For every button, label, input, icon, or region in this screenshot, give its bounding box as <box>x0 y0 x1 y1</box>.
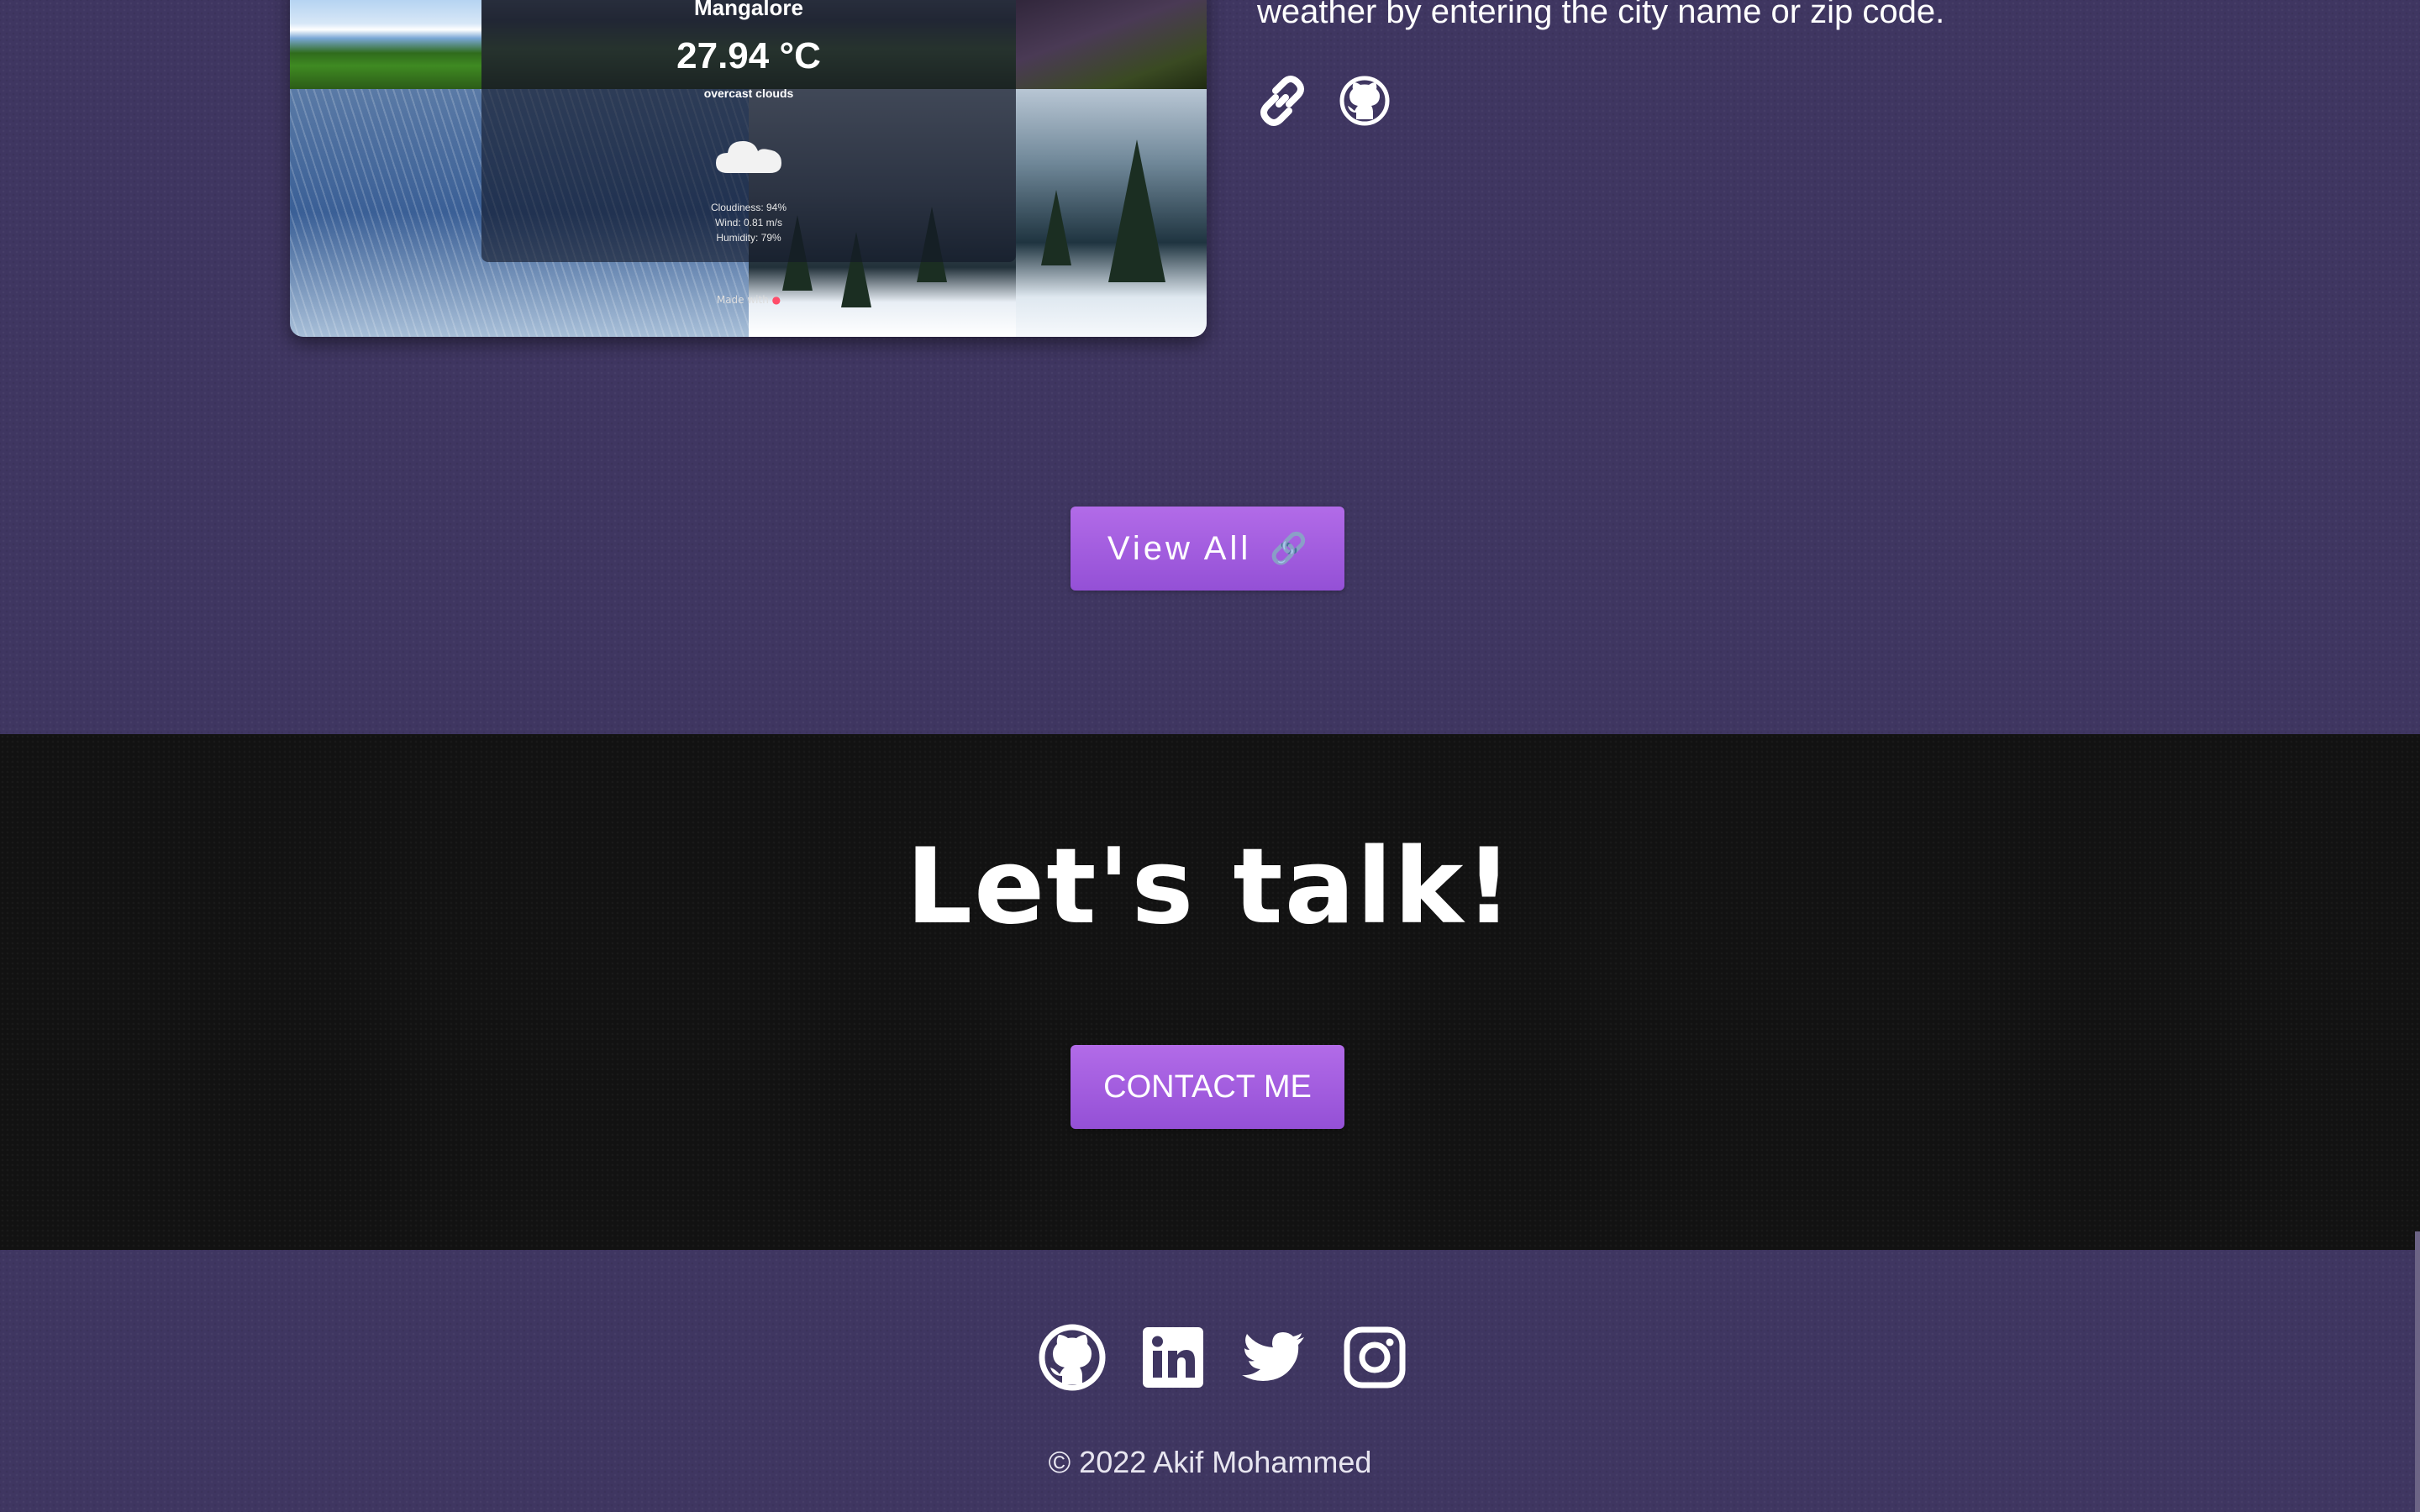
twitter-icon <box>1242 1332 1304 1381</box>
weather-footer-prefix: Made with <box>716 294 769 306</box>
project-github-link[interactable] <box>1338 74 1392 128</box>
weather-stat: Wind: 0.81 m/s <box>714 217 783 228</box>
bg-tile-snow <box>1016 89 1207 337</box>
weather-stats: Cloudiness: 94% Wind: 0.81 m/s Humidity:… <box>481 200 1016 245</box>
contact-heading: Let's talk! <box>906 827 1514 948</box>
link-icon <box>1260 76 1304 126</box>
cloud-icon <box>481 131 1016 181</box>
github-icon <box>1339 76 1390 126</box>
contact-section: Let's talk! CONTACT ME <box>0 734 2420 1250</box>
project-screenshot[interactable]: Mangalore 27.94 °C overcast clouds Cloud… <box>290 0 1207 337</box>
bg-tile-storm <box>1016 0 1207 89</box>
page: Mangalore 27.94 °C overcast clouds Cloud… <box>0 0 2420 1512</box>
chain-link-icon: 🔗 <box>1270 531 1308 565</box>
project-description: weather by entering the city name or zip… <box>1257 0 1945 30</box>
footer-linkedin-link[interactable] <box>1139 1324 1207 1391</box>
live-link-icon[interactable] <box>1255 74 1309 128</box>
footer-twitter-link[interactable] <box>1240 1324 1307 1391</box>
scrollbar-thumb[interactable] <box>2415 1231 2420 1512</box>
footer: © 2022 Akif Mohammed <box>0 1250 2420 1512</box>
weather-city: Mangalore <box>693 0 804 20</box>
contact-me-button[interactable]: CONTACT ME <box>1071 1045 1344 1129</box>
weather-description: overcast clouds <box>703 87 794 100</box>
weather-stat: Cloudiness: 94% <box>710 202 787 213</box>
footer-github-link[interactable] <box>1039 1324 1106 1391</box>
weather-footer: Made with ● <box>481 294 1016 306</box>
view-all-button[interactable]: View All 🔗 <box>1071 507 1344 591</box>
weather-stat: Humidity: 79% <box>716 232 781 244</box>
weather-temperature: 27.94 °C <box>676 35 821 76</box>
footer-instagram-link[interactable] <box>1341 1324 1408 1391</box>
bg-tile-meadow <box>290 0 481 89</box>
heart-icon: ● <box>771 294 781 306</box>
view-all-label: View All <box>1107 529 1252 567</box>
projects-section: Mangalore 27.94 °C overcast clouds Cloud… <box>0 0 2420 734</box>
github-icon <box>1039 1324 1106 1391</box>
linkedin-icon <box>1143 1327 1203 1388</box>
copyright-text: © 2022 Akif Mohammed <box>1048 1445 1372 1479</box>
instagram-icon <box>1344 1326 1406 1389</box>
tree-shape <box>1108 139 1165 282</box>
weather-card: Mangalore 27.94 °C overcast clouds Cloud… <box>481 0 1016 262</box>
tree-shape <box>1041 190 1071 265</box>
